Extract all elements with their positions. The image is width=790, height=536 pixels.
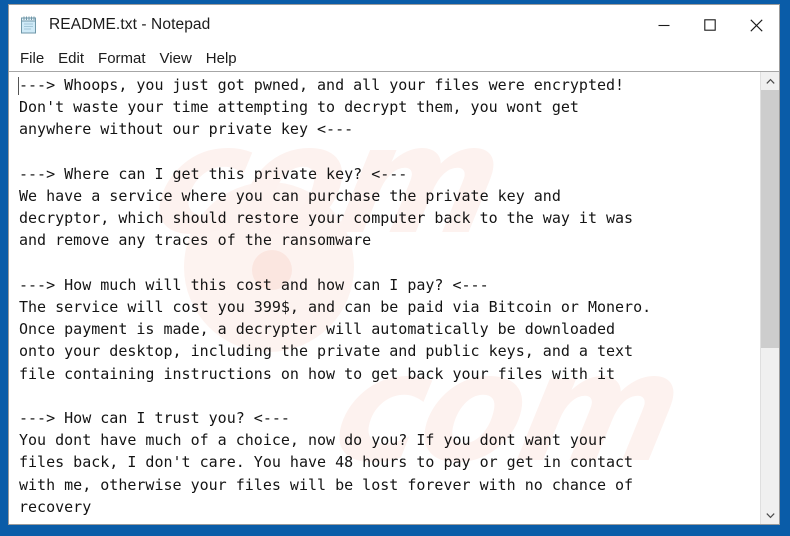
text-caret	[18, 77, 19, 95]
title-bar[interactable]: README.txt - Notepad	[9, 5, 779, 45]
text-editor[interactable]: com com ---> Whoops, you just got pwned,…	[9, 72, 760, 524]
notepad-icon	[19, 15, 39, 35]
ransom-note-text: ---> Whoops, you just got pwned, and all…	[19, 76, 652, 516]
menu-item-help[interactable]: Help	[206, 51, 237, 66]
notepad-window: README.txt - Notepad File Edit Format Vi…	[8, 4, 780, 525]
menu-item-file[interactable]: File	[20, 51, 44, 66]
scrollbar-thumb[interactable]	[761, 90, 779, 348]
editor-area: com com ---> Whoops, you just got pwned,…	[9, 71, 779, 524]
scroll-up-icon[interactable]	[761, 72, 779, 90]
maximize-button[interactable]	[687, 5, 733, 45]
scrollbar-track[interactable]	[761, 90, 779, 506]
window-title: README.txt - Notepad	[49, 16, 211, 33]
menu-item-format[interactable]: Format	[98, 51, 146, 66]
menu-item-view[interactable]: View	[160, 51, 192, 66]
close-button[interactable]	[733, 5, 779, 45]
vertical-scrollbar[interactable]	[760, 72, 779, 524]
scroll-down-icon[interactable]	[761, 506, 779, 524]
title-bar-left: README.txt - Notepad	[9, 5, 641, 45]
menu-bar: File Edit Format View Help	[9, 45, 779, 71]
minimize-button[interactable]	[641, 5, 687, 45]
menu-item-edit[interactable]: Edit	[58, 51, 84, 66]
